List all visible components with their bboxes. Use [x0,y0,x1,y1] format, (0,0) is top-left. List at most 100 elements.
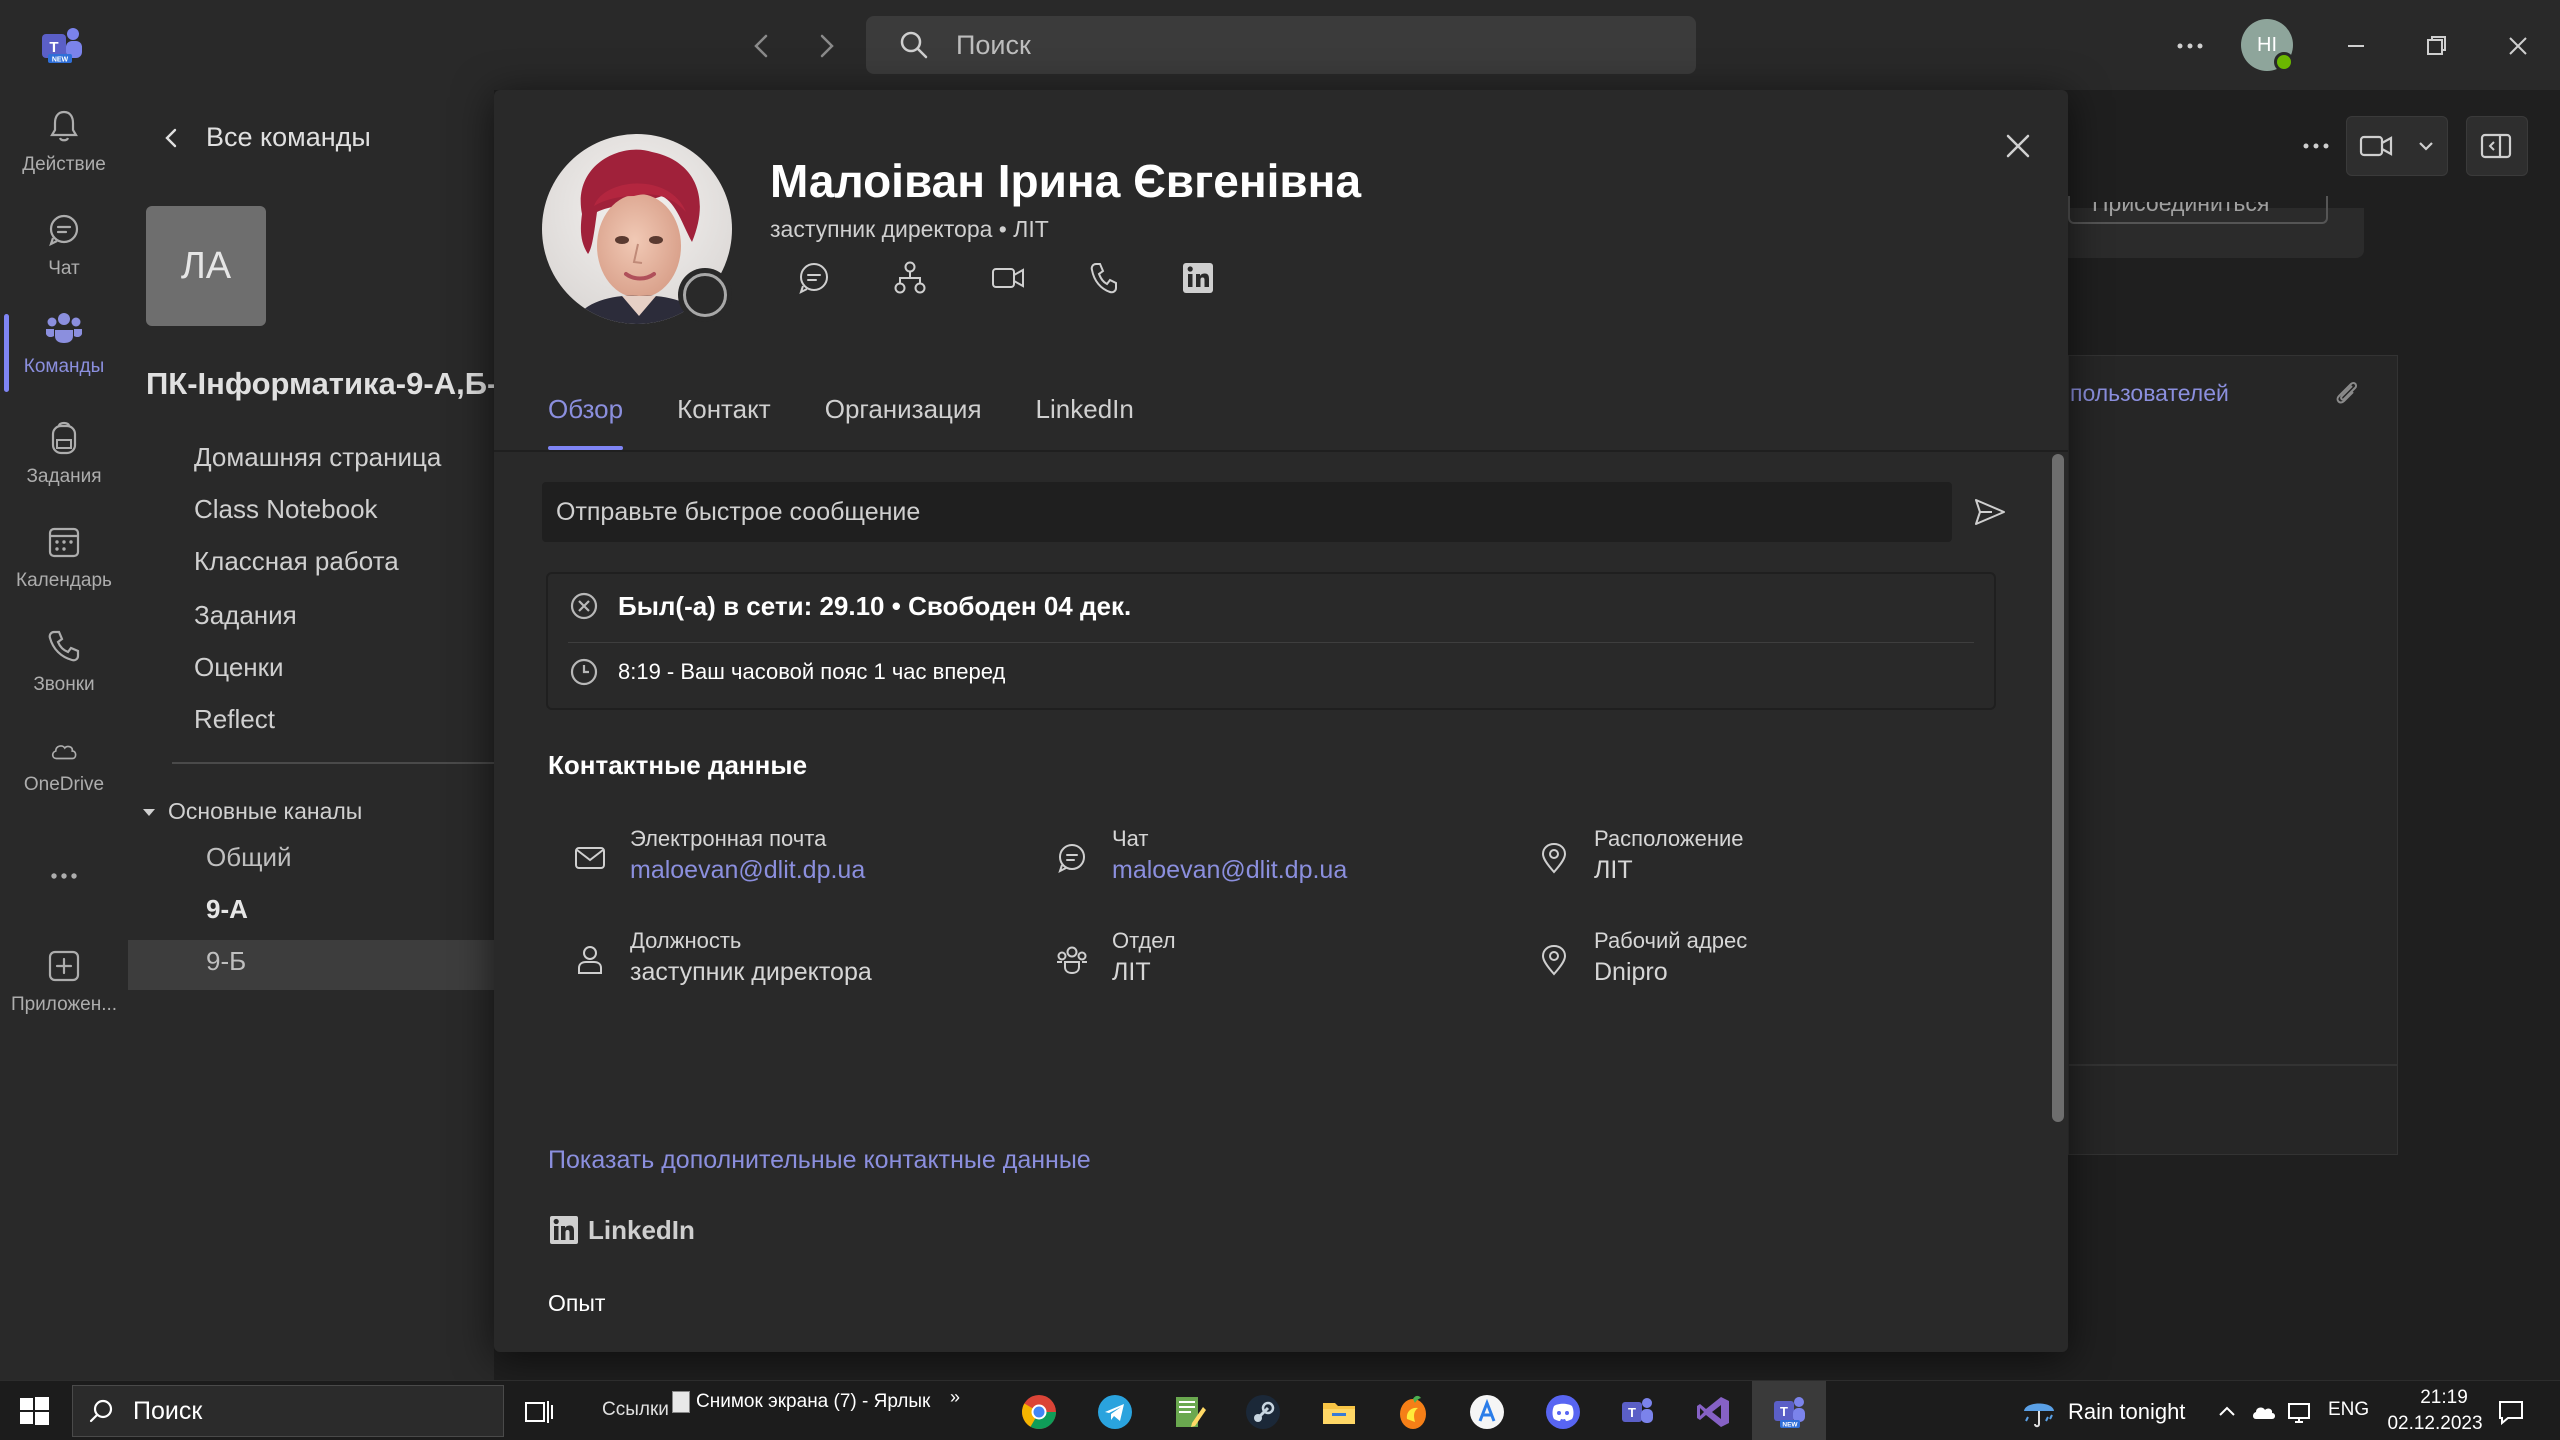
video-camera-icon[interactable] [2356,126,2396,166]
discord-icon[interactable] [1544,1393,1582,1431]
chevron-down-icon[interactable] [2412,132,2440,160]
visual-studio-icon[interactable] [1694,1393,1732,1431]
rail-item-assignments[interactable]: Задания [0,418,128,508]
clock-time[interactable]: 21:19 [2402,1387,2486,1409]
rail-item-teams[interactable]: Команды [0,308,128,398]
channels-header[interactable]: Основные каналы [140,798,362,825]
fl-studio-icon[interactable] [1394,1393,1432,1431]
chat-icon[interactable] [794,258,834,298]
notification-icon[interactable] [2496,1397,2526,1427]
org-chart-icon[interactable] [890,258,930,298]
file-explorer-icon[interactable] [1320,1393,1358,1431]
chat-link[interactable]: maloevan@dlit.dp.ua [1112,856,1347,885]
post-card [2068,355,2398,1155]
back-to-all-teams[interactable]: Все команды [158,122,371,153]
task-view-icon[interactable] [522,1395,556,1429]
tab-contact[interactable]: Контакт [677,394,771,440]
clock-date[interactable]: 02.12.2023 [2380,1413,2490,1435]
users-link[interactable]: пользователей [2070,380,2229,407]
chrome-icon[interactable] [1020,1393,1058,1431]
onedrive-cloud-icon[interactable] [2250,1399,2276,1425]
teams-logo-icon: T NEW [42,28,82,64]
language-indicator[interactable]: ENG [2328,1399,2369,1421]
send-icon[interactable] [1970,492,2010,532]
phone-icon[interactable] [1084,258,1124,298]
team-name: ПК-Інформатика-9-А,Б- [146,366,498,401]
quick-message-box[interactable] [542,482,1952,542]
presence-available-badge [2274,52,2294,72]
group-icon [1057,946,1087,975]
backpack-icon [51,421,77,455]
rail-item-activity[interactable]: Действие [0,106,128,196]
rail-item-onedrive[interactable]: OneDrive [0,736,128,826]
links-toolbar-label[interactable]: Ссылки [602,1399,669,1421]
channel-9a[interactable]: 9-А [206,894,248,925]
search-input[interactable] [956,29,1656,61]
search-icon [900,31,928,59]
notepad-icon[interactable] [1170,1393,1208,1431]
team-link-home[interactable]: Домашняя страница [194,442,441,473]
rail-item-chat[interactable]: Чат [0,210,128,300]
team-link-classwork[interactable]: Классная работа [194,546,399,577]
taskbar-search[interactable]: Поиск [72,1385,504,1437]
app-store-icon[interactable] [1468,1393,1506,1431]
team-link-grades[interactable]: Оценки [194,652,284,683]
team-panel: Все команды ЛА ПК-Інформатика-9-А,Б- Дом… [128,90,498,1380]
attachment-icon[interactable] [2330,376,2362,408]
more-icon [51,873,77,879]
show-more-contacts-link[interactable]: Показать дополнительные контактные данны… [548,1146,1091,1175]
close-window-icon[interactable] [2498,26,2538,66]
teams-new-icon[interactable]: T NEW [1770,1393,1808,1431]
channel-general[interactable]: Общий [206,842,292,873]
profile-tabs: Обзор Контакт Организация LinkedIn [548,394,1188,450]
rail-label: Задания [26,466,102,487]
rail-item-apps[interactable]: Приложен... [0,946,128,1036]
app-rail: Действие Чат Команды Задания Календарь З… [0,90,128,1380]
divider [2068,1064,2398,1066]
search-bar[interactable] [866,16,1696,74]
rail-item-calls[interactable]: Звонки [0,626,128,716]
experience-label: Опыт [548,1290,606,1316]
team-link-reflect[interactable]: Reflect [194,704,275,735]
more-options-icon[interactable] [2170,28,2210,64]
restore-icon[interactable] [2416,26,2456,66]
person-icon [578,946,602,974]
linkedin-icon[interactable] [1178,258,1218,298]
chevron-up-icon[interactable] [2214,1399,2240,1425]
back-arrow-icon[interactable] [742,28,782,64]
more-options-icon[interactable] [2296,126,2336,166]
network-icon[interactable] [2286,1399,2312,1425]
team-link-class-notebook[interactable]: Class Notebook [194,494,378,525]
rail-item-calendar[interactable]: Календарь [0,522,128,612]
screenshot-shortcut[interactable]: Снимок экрана (7) - Ярлык [696,1391,930,1413]
toolbar-overflow-icon[interactable]: » [950,1387,960,1408]
calendar-icon [48,527,80,558]
svg-text:T: T [1780,1404,1788,1419]
contact-info-heading: Контактные данные [548,750,808,780]
rail-item-more[interactable] [0,856,128,946]
rail-label: Чат [48,258,80,279]
quick-message-input[interactable] [556,497,1936,527]
scrollbar-thumb[interactable] [2052,454,2064,1122]
forward-arrow-icon[interactable] [806,28,846,64]
tab-overview[interactable]: Обзор [548,394,624,450]
channel-9b[interactable]: 9-Б [206,946,246,977]
team-link-assignments[interactable]: Задания [194,600,297,631]
contact-label: Отдел [1112,928,1176,953]
cloud-icon [51,745,77,760]
steam-icon[interactable] [1244,1393,1282,1431]
windows-start-icon[interactable] [16,1393,52,1429]
tab-organization[interactable]: Организация [825,394,982,440]
weather-label: Rain tonight [2068,1399,2186,1424]
minimize-icon[interactable] [2336,26,2376,66]
profile-title-department: заступник директора • ЛІТ [770,216,1049,242]
close-icon[interactable] [1998,126,2038,166]
svg-text:NEW: NEW [1782,1422,1798,1429]
tab-linkedin[interactable]: LinkedIn [1036,394,1134,440]
video-call-icon[interactable] [988,258,1028,298]
offline-status-icon [570,592,598,620]
teams-classic-icon[interactable]: T [1618,1393,1656,1431]
email-link[interactable]: maloevan@dlit.dp.ua [630,856,865,885]
weather-widget[interactable]: Rain tonight [2020,1393,2185,1431]
telegram-icon[interactable] [1096,1393,1134,1431]
